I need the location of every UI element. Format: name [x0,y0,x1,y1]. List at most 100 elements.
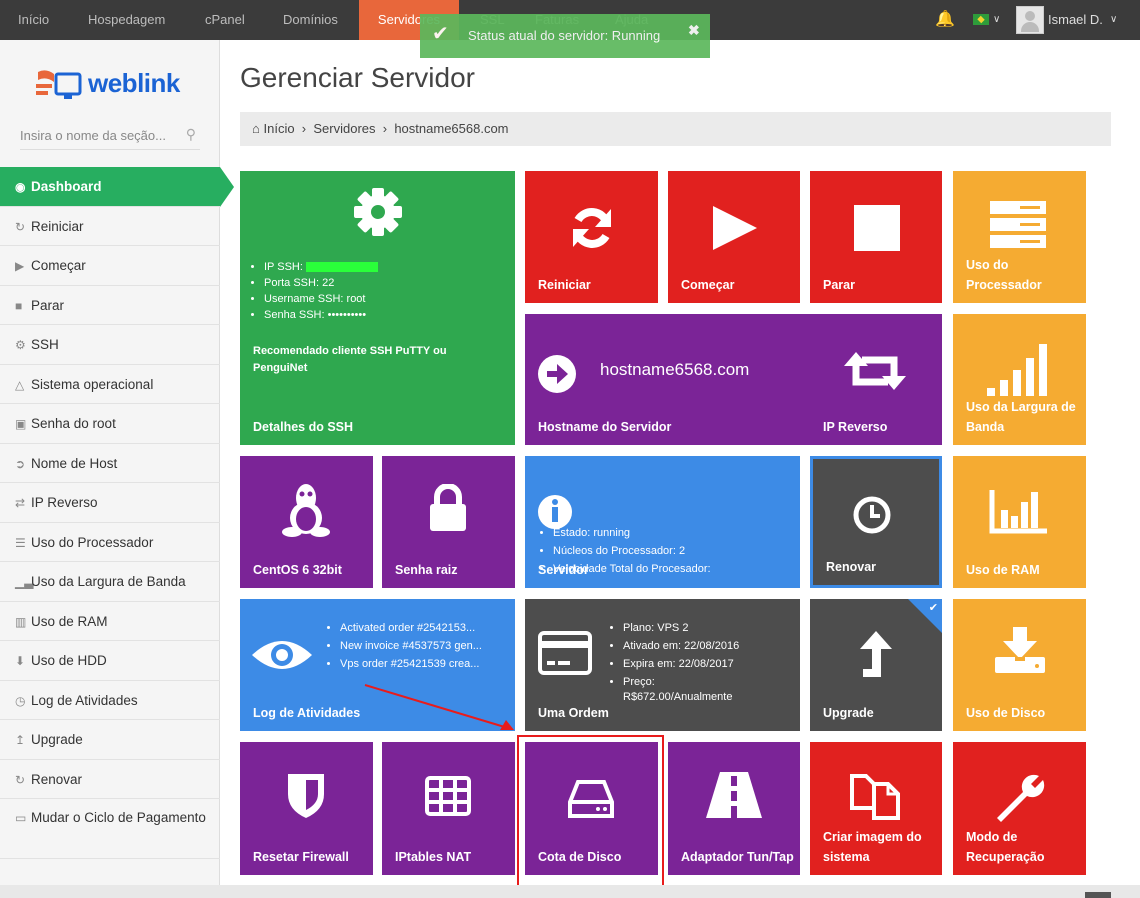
log-entry[interactable]: New invoice #4537573 gen... [340,637,482,655]
activity-log-list: Activated order #2542153... New invoice … [340,619,482,673]
tile-server-status[interactable]: Estado: running Núcleos do Processador: … [525,456,800,588]
tile-label: Log de Atividades [253,706,361,720]
tile-label: Upgrade [823,706,874,720]
tile-label: Servidor [538,563,589,577]
sidebar-item-uso-hdd[interactable]: ⬇ Uso de HDD [0,641,220,681]
server-icon [990,201,1046,248]
tile-root-password[interactable]: Senha raiz [382,456,515,588]
tile-label: Modo de Recuperação [966,830,1045,864]
eye-icon [252,641,312,669]
sidebar-item-label: Uso de RAM [31,613,108,629]
arrow-circle-right-icon [538,355,576,393]
tile-iptables-nat[interactable]: IPtables NAT [382,742,515,875]
sidebar-item-nome-host[interactable]: ➲ Nome de Host [0,444,220,483]
breadcrumb-servidores[interactable]: Servidores [313,121,375,136]
logo[interactable]: weblink [34,68,204,108]
sidebar-item-label: Reiniciar [31,218,84,234]
brazil-flag-icon[interactable] [973,14,989,25]
sidebar-item-label: Uso de HDD [31,653,107,668]
ssh-port: Porta SSH: 22 [264,275,378,291]
tile-reverse-ip[interactable]: IP Reverso [810,314,942,445]
clock-icon [853,496,891,534]
breadcrumb-inicio[interactable]: Início [263,121,294,136]
sidebar-item-senha-root[interactable]: ▣ Senha do root [0,404,220,444]
tile-label: Parar [823,278,855,292]
toast-message: Status atual do servidor: Running [468,28,661,43]
sidebar-item-uso-largura-banda[interactable]: ▁▃Uso da Largura de Banda [0,562,220,602]
sidebar-item-label: Renovar [31,771,83,787]
tile-operating-system[interactable]: CentOS 6 32bit [240,456,373,588]
log-entry[interactable]: Activated order #2542153... [340,619,482,637]
tile-renew[interactable]: Renovar [810,456,942,588]
ssh-recommendation: Recomendado cliente SSH PuTTY ou PenguiN… [253,345,447,374]
ssh-password: Senha SSH: •••••••••• [264,307,378,323]
sidebar-item-label: Dashboard [31,179,102,194]
user-name[interactable]: Ismael D. [1048,0,1103,40]
checkmark-icon: ✔ [432,23,449,45]
sidebar-item-reiniciar[interactable]: ↻ Reiniciar [0,207,220,246]
sidebar-item-uso-ram[interactable]: ▥ Uso de RAM [0,602,220,641]
ssh-info-list: IP SSH: Porta SSH: 22 Username SSH: root… [264,259,378,323]
upgrade-arrow-icon [860,631,892,677]
order-price: R$672.00/Anualmente [623,691,733,703]
bottom-scrollbar[interactable] [0,885,1140,898]
wrench-icon [997,774,1045,822]
user-chevron-icon: ∨ [1110,14,1118,25]
tile-cpu-usage[interactable]: Uso do Processador [953,171,1086,303]
tile-label: Resetar Firewall [253,850,349,864]
sidebar-item-log-atividades[interactable]: ◷ Log de Atividades [0,681,220,720]
tile-label: Uso da Largura de Banda [966,400,1076,434]
bell-icon[interactable]: 🔔 [935,0,955,40]
gear-icon: ⚙ [15,338,26,352]
ssh-username: Username SSH: root [264,291,378,307]
log-entry[interactable]: Vps order #25421539 crea... [340,655,482,673]
sidebar-item-upgrade[interactable]: ↥ Upgrade [0,720,220,760]
tile-restart[interactable]: Reiniciar [525,171,658,303]
sidebar-item-label: SSH [31,337,59,352]
sidebar-item-label: Log de Atividades [31,692,138,708]
sidebar-item-comecar[interactable]: ▶ Começar [0,246,220,286]
sidebar-item-label: Mudar o Ciclo de Pagamento [31,810,206,825]
tile-create-system-image[interactable]: Criar imagem do sistema [810,742,942,875]
tile-label: Uso de RAM [966,563,1040,577]
tile-reset-firewall[interactable]: Resetar Firewall [240,742,373,875]
sidebar-item-ip-reverso[interactable]: ⇄ IP Reverso [0,483,220,523]
section-search-input[interactable]: Insira o nome da seção... ⚲ [20,124,200,150]
retweet-icon [844,352,906,390]
order-info-list: Plano: VPS 2 Ativado em: 22/08/2016 Expi… [623,619,739,691]
tile-stop[interactable]: Parar [810,171,942,303]
table-icon [425,776,471,816]
sidebar-item-label: Uso da Largura de Banda [31,574,186,589]
tile-recovery-mode[interactable]: Modo de Recuperação [953,742,1086,875]
sidebar-item-renovar[interactable]: ↻ Renovar [0,760,220,799]
tile-start[interactable]: Começar [668,171,800,303]
sidebar-item-dashboard[interactable]: ◉ Dashboard [0,167,234,207]
nav-dominios[interactable]: Domínios [273,0,348,40]
sidebar-item-uso-processador[interactable]: ☰ Uso do Processador [0,523,220,562]
sidebar-item-ssh[interactable]: ⚙ SSH [0,325,220,365]
tile-bandwidth[interactable]: Uso da Largura de Banda [953,314,1086,445]
close-icon[interactable]: ✖ [688,22,700,39]
sidebar-item-parar[interactable]: ■ Parar [0,286,220,325]
sidebar-item-sistema-operacional[interactable]: △ Sistema operacional [0,365,220,404]
tile-upgrade[interactable]: ✔ Upgrade [810,599,942,731]
nav-inicio[interactable]: Início [8,0,59,40]
nav-cpanel[interactable]: cPanel [195,0,255,40]
ssh-ip: IP SSH: [264,259,378,275]
breadcrumb: ⌂ Início › Servidores › hostname6568.com [240,112,1111,146]
stop-icon [854,205,900,251]
refresh-icon: ↻ [15,219,26,234]
signal-icon: ▁▃ [15,575,34,589]
tile-tun-tap[interactable]: Adaptador Tun/Tap [668,742,800,875]
scroll-to-top-button[interactable] [1085,892,1111,898]
avatar[interactable] [1016,6,1044,34]
tile-ram-usage[interactable]: Uso de RAM [953,456,1086,588]
tile-label: CentOS 6 32bit [253,563,342,577]
sidebar-item-label: Uso do Processador [31,534,154,550]
nav-hospedagem[interactable]: Hospedagem [78,0,175,40]
sidebar-item-mudar-ciclo[interactable]: ▭ Mudar o Ciclo de Pagamento [0,799,220,859]
tile-order[interactable]: Plano: VPS 2 Ativado em: 22/08/2016 Expi… [525,599,800,731]
tile-label: Uso de Disco [966,706,1046,720]
tile-disk-usage[interactable]: Uso de Disco [953,599,1086,731]
tile-ssh-details[interactable]: IP SSH: Porta SSH: 22 Username SSH: root… [240,171,515,445]
